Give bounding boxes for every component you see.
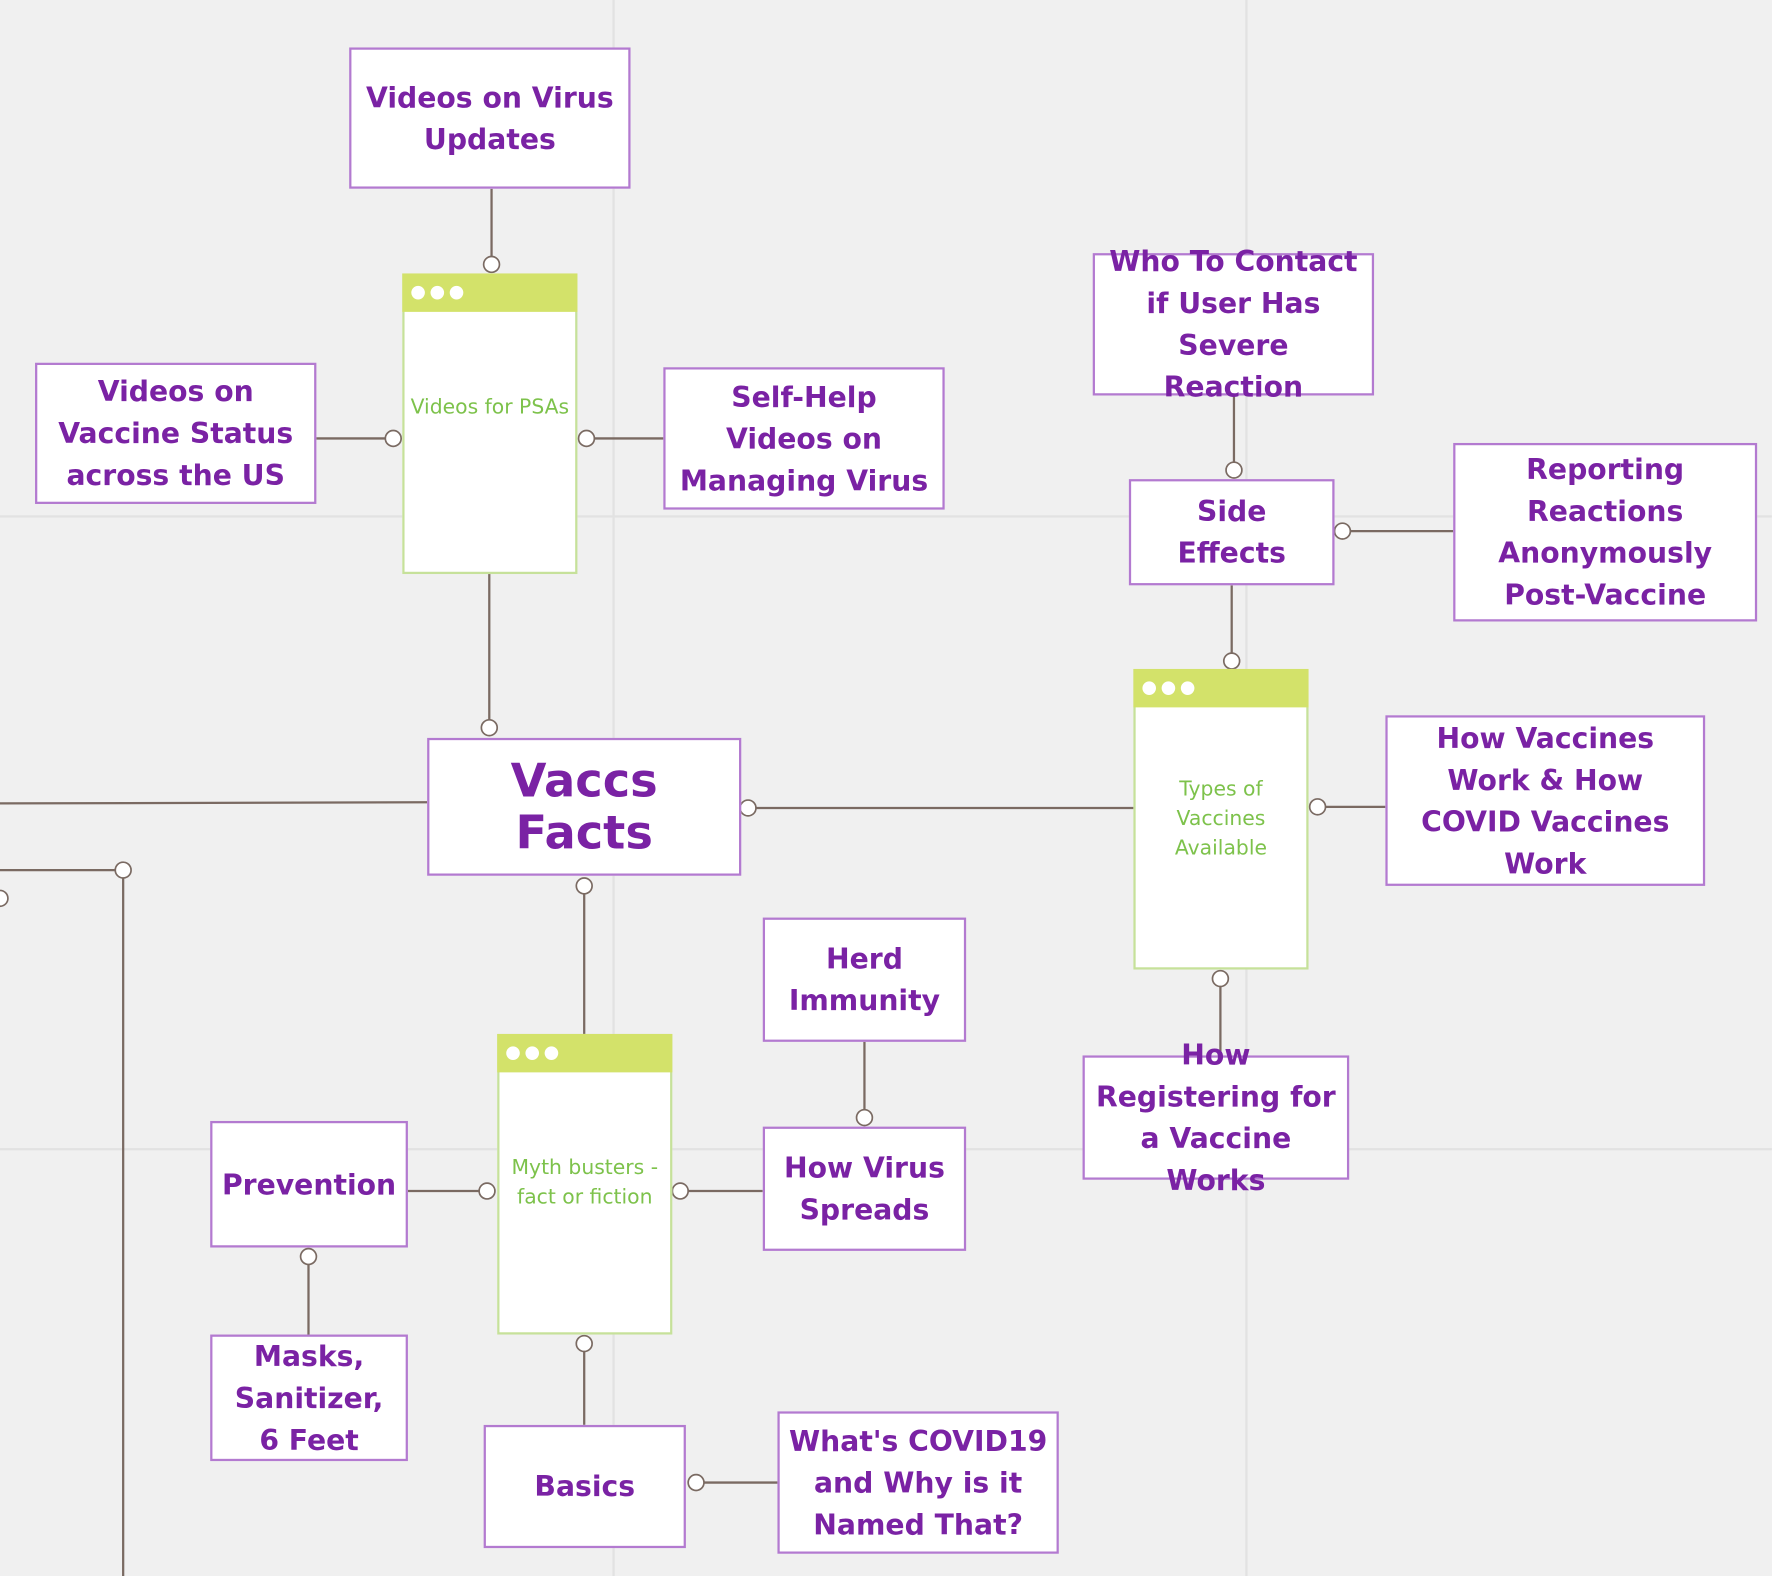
screen-videos-for-psas[interactable]: Videos for PSAs [402, 273, 578, 575]
screen-types-of-vaccines[interactable]: Types of Vaccines Available [1133, 668, 1309, 970]
node-how-virus-spreads[interactable]: How Virus Spreads [762, 1126, 967, 1251]
node-whats-covid19[interactable]: What's COVID19 and Why is it Named That? [777, 1411, 1059, 1554]
window-dots-icon [411, 285, 464, 300]
hub-node-vaccs-facts[interactable]: Vaccs Facts [427, 737, 742, 876]
connector-port [1308, 798, 1327, 816]
diagram-canvas: Videos for PSAs Types of Vaccines Availa… [0, 0, 1772, 1576]
node-herd-immunity[interactable]: Herd Immunity [762, 917, 967, 1042]
connector-port [739, 799, 757, 817]
screen-label: Myth busters - fact or fiction [511, 1155, 659, 1210]
node-masks-sanitizer[interactable]: Masks, Sanitizer, 6 Feet [210, 1334, 408, 1462]
node-registering[interactable]: How Registering for a Vaccine Works [1082, 1038, 1350, 1197]
node-who-to-contact[interactable]: Who To Contact if User Has Severe Reacti… [1092, 245, 1375, 403]
connector-port [482, 255, 501, 274]
screen-label: Types of Vaccines Available [1174, 777, 1267, 860]
node-how-vaccines-work[interactable]: How Vaccines Work & How COVID Vaccines W… [1385, 715, 1706, 886]
connector-port [0, 889, 9, 908]
node-reporting-reactions[interactable]: Reporting Reactions Anonymously Post-Vac… [1453, 442, 1758, 622]
connector-port [671, 1182, 690, 1200]
screen-label: Videos for PSAs [410, 395, 570, 420]
connector-port [855, 1108, 874, 1127]
window-dots-icon [1142, 681, 1195, 695]
connector-port [1222, 652, 1241, 670]
screen-header [497, 1033, 673, 1073]
connector-port [687, 1473, 705, 1492]
node-videos-vaccine-status[interactable]: Videos on Vaccine Status across the US [35, 362, 317, 504]
connector-port [577, 429, 596, 448]
connector-port [478, 1182, 496, 1200]
screen-header [402, 273, 578, 312]
connector-port [114, 861, 132, 879]
connector-port [384, 429, 402, 448]
connector-port [575, 877, 593, 895]
connector-port [1211, 969, 1230, 988]
connector-port [1225, 461, 1243, 479]
connector-port [575, 1334, 593, 1353]
node-prevention[interactable]: Prevention [210, 1120, 408, 1248]
screen-header [1133, 668, 1309, 708]
connector-port [1333, 522, 1352, 540]
connector-line [0, 801, 428, 805]
connector-port [480, 718, 499, 737]
window-dots-icon [506, 1046, 559, 1060]
screen-myth-busters[interactable]: Myth busters - fact or fiction [497, 1033, 673, 1335]
node-side-effects[interactable]: Side Effects [1128, 479, 1335, 586]
node-basics[interactable]: Basics [483, 1424, 686, 1549]
connector-port [299, 1247, 318, 1266]
node-videos-virus-updates[interactable]: Videos on Virus Updates [349, 47, 631, 189]
node-self-help-videos[interactable]: Self-Help Videos on Managing Virus [663, 367, 945, 510]
